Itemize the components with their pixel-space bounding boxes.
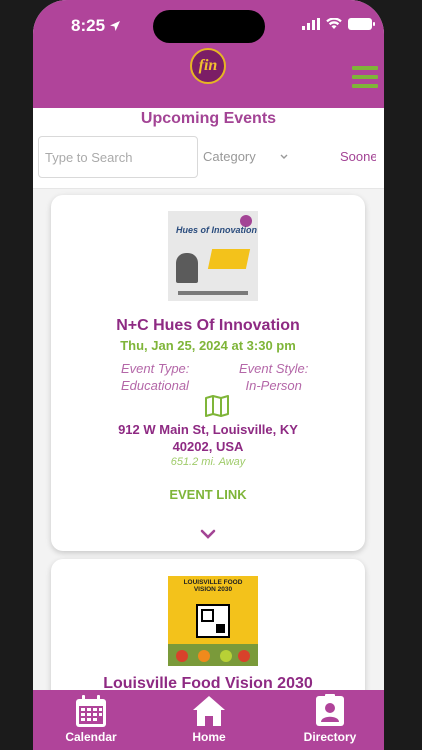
- contact-card-icon: [316, 694, 344, 726]
- event-style-label: Event Style:: [239, 361, 309, 376]
- tab-home-label: Home: [192, 730, 226, 744]
- poster-graphic: [207, 249, 251, 269]
- event-title[interactable]: N+C Hues Of Innovation: [51, 317, 365, 335]
- tab-directory-label: Directory: [303, 730, 357, 744]
- event-style: Event Style: In-Person: [239, 360, 308, 394]
- dynamic-island: [153, 10, 265, 43]
- signal-icon: [302, 18, 320, 30]
- tab-calendar[interactable]: Calendar: [55, 690, 127, 750]
- logo-text: fin: [198, 57, 218, 74]
- event-type-value: Educational: [121, 378, 189, 393]
- event-poster-image: LOUISVILLE FOOD VISION 2030: [168, 576, 258, 666]
- calendar-icon: [76, 695, 106, 727]
- poster-sponsors: [178, 291, 248, 295]
- chevron-down-icon[interactable]: [200, 529, 216, 539]
- tab-directory[interactable]: Directory: [289, 690, 371, 750]
- event-address: 912 W Main St, Louisville, KY 40202, USA: [51, 421, 365, 455]
- location-arrow-icon: [110, 21, 121, 31]
- bottom-tab-bar: Calendar Home Directory: [33, 690, 384, 750]
- home-icon: [193, 696, 225, 726]
- address-line2: 40202, USA: [172, 439, 244, 454]
- poster-title: LOUISVILLE FOOD VISION 2030: [183, 579, 243, 593]
- tab-calendar-label: Calendar: [65, 730, 117, 744]
- event-type-label: Event Type:: [121, 361, 190, 376]
- app-screen: 8:25 fin Upcoming Events Category: [33, 0, 384, 750]
- qr-code: [196, 604, 230, 638]
- event-type: Event Type: Educational: [121, 360, 189, 394]
- search-input[interactable]: [38, 136, 198, 178]
- event-card[interactable]: LOUISVILLE FOOD VISION 2030 Louisville F…: [51, 559, 365, 690]
- event-card[interactable]: Hues of Innovation N+C Hues Of Innovatio…: [51, 195, 365, 551]
- map-icon[interactable]: [205, 395, 229, 417]
- sort-dropdown[interactable]: Soonest: [340, 149, 376, 164]
- battery-icon: [348, 18, 375, 30]
- event-distance: 651.2 mi. Away: [170, 456, 246, 468]
- hamburger-menu-icon[interactable]: [352, 66, 378, 88]
- category-label: Category: [203, 149, 256, 164]
- status-time: 8:25: [71, 16, 121, 36]
- app-logo: fin: [190, 48, 226, 84]
- status-icons: [302, 18, 375, 30]
- poster-title: Hues of Innovation: [176, 225, 257, 235]
- filter-bar: Category Soonest: [33, 135, 384, 187]
- chevron-down-icon: [280, 154, 288, 159]
- category-dropdown[interactable]: Category: [203, 149, 288, 164]
- event-title[interactable]: Louisville Food Vision 2030: [51, 675, 365, 690]
- event-date: Thu, Jan 25, 2024 at 3:30 pm: [120, 338, 296, 353]
- address-line1: 912 W Main St, Louisville, KY: [118, 422, 298, 437]
- event-poster-image: Hues of Innovation: [168, 211, 258, 301]
- wifi-icon: [326, 18, 342, 29]
- event-link[interactable]: EVENT LINK: [51, 487, 365, 502]
- poster-vegetables: [168, 644, 258, 666]
- status-clock: 8:25: [71, 16, 106, 35]
- event-style-value: In-Person: [245, 378, 302, 393]
- poster-person: [176, 253, 198, 283]
- app-header: 8:25 fin: [33, 0, 384, 108]
- tab-home[interactable]: Home: [173, 690, 245, 750]
- page-title: Upcoming Events: [140, 110, 277, 127]
- event-list[interactable]: Hues of Innovation N+C Hues Of Innovatio…: [33, 189, 384, 690]
